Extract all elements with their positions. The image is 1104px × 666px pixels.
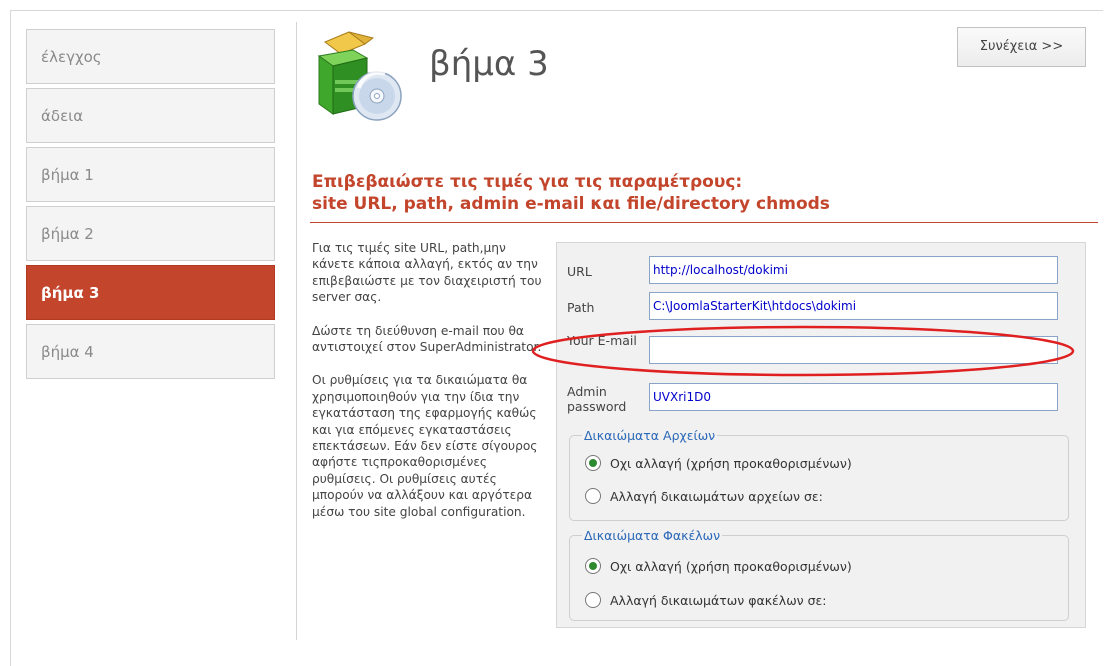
radio-unselected-icon[interactable] — [585, 488, 601, 504]
dir-perms-default-label: Οχι αλλαγή (χρήση προκαθορισμένων) — [610, 559, 852, 574]
directory-permissions-legend: Δικαιώματα Φακέλων — [584, 528, 721, 543]
radio-unselected-icon[interactable] — [585, 592, 601, 608]
help-description: Για τις τιμές site URL, path,μην κάνετε … — [312, 240, 552, 537]
section-heading: Επιβεβαιώστε τις τιμές για τις παραμέτρο… — [312, 171, 1092, 215]
sidebar-item-step1[interactable]: βήμα 1 — [26, 147, 275, 202]
continue-button[interactable]: Συνέχεια >> — [957, 27, 1086, 67]
url-input[interactable] — [649, 256, 1058, 284]
admin-password-label: Admin password — [567, 384, 627, 414]
sidebar-item-step4[interactable]: βήμα 4 — [26, 324, 275, 379]
help-paragraph-permissions: Οι ρυθμίσεις για τα δικαιώματα θα χρησιμ… — [312, 373, 538, 519]
file-permissions-legend: Δικαιώματα Αρχείων — [584, 428, 716, 443]
heading-divider — [310, 222, 1098, 223]
admin-password-input[interactable] — [649, 383, 1058, 411]
heading-line-1: Επιβεβαιώστε τις τιμές για τις παραμέτρο… — [312, 172, 743, 192]
vertical-divider — [296, 22, 297, 640]
sidebar-item-step3[interactable]: βήμα 3 — [26, 265, 275, 320]
help-paragraph-email: Δώστε τη διεύθυνση e-mail που θα αντιστο… — [312, 323, 542, 355]
sidebar-item-license[interactable]: άδεια — [26, 88, 275, 143]
heading-line-2: site URL, path, admin e-mail και file/di… — [312, 194, 830, 214]
dir-perms-change-option[interactable]: Αλλαγή δικαιωμάτων φακέλων σε: — [585, 591, 827, 611]
page-title: βήμα 3 — [429, 44, 549, 84]
annotation-ellipse-icon — [531, 325, 1075, 377]
path-label: Path — [567, 300, 595, 315]
dir-perms-default-option[interactable]: Οχι αλλαγή (χρήση προκαθορισμένων) — [585, 557, 852, 577]
file-perms-change-option[interactable]: Αλλαγή δικαιωμάτων αρχείων σε: — [585, 487, 823, 507]
help-paragraph-url: Για τις τιμές site URL, path,μην κάνετε … — [312, 241, 542, 305]
sidebar-item-step2[interactable]: βήμα 2 — [26, 206, 275, 261]
file-perms-default-option[interactable]: Οχι αλλαγή (χρήση προκαθορισμένων) — [585, 454, 852, 474]
radio-selected-icon[interactable] — [585, 558, 601, 574]
radio-selected-icon[interactable] — [585, 455, 601, 471]
step-sidebar: έλεγχος άδεια βήμα 1 βήμα 2 βήμα 3 βήμα … — [26, 29, 275, 383]
path-input[interactable] — [649, 292, 1058, 320]
sidebar-item-check[interactable]: έλεγχος — [26, 29, 275, 84]
file-permissions-group: Δικαιώματα Αρχείων — [569, 428, 1069, 521]
dir-perms-change-label: Αλλαγή δικαιωμάτων φακέλων σε: — [610, 593, 827, 608]
file-perms-default-label: Οχι αλλαγή (χρήση προκαθορισμένων) — [610, 456, 852, 471]
file-perms-change-label: Αλλαγή δικαιωμάτων αρχείων σε: — [610, 489, 823, 504]
url-label: URL — [567, 264, 592, 279]
install-box-cd-icon — [307, 22, 407, 122]
